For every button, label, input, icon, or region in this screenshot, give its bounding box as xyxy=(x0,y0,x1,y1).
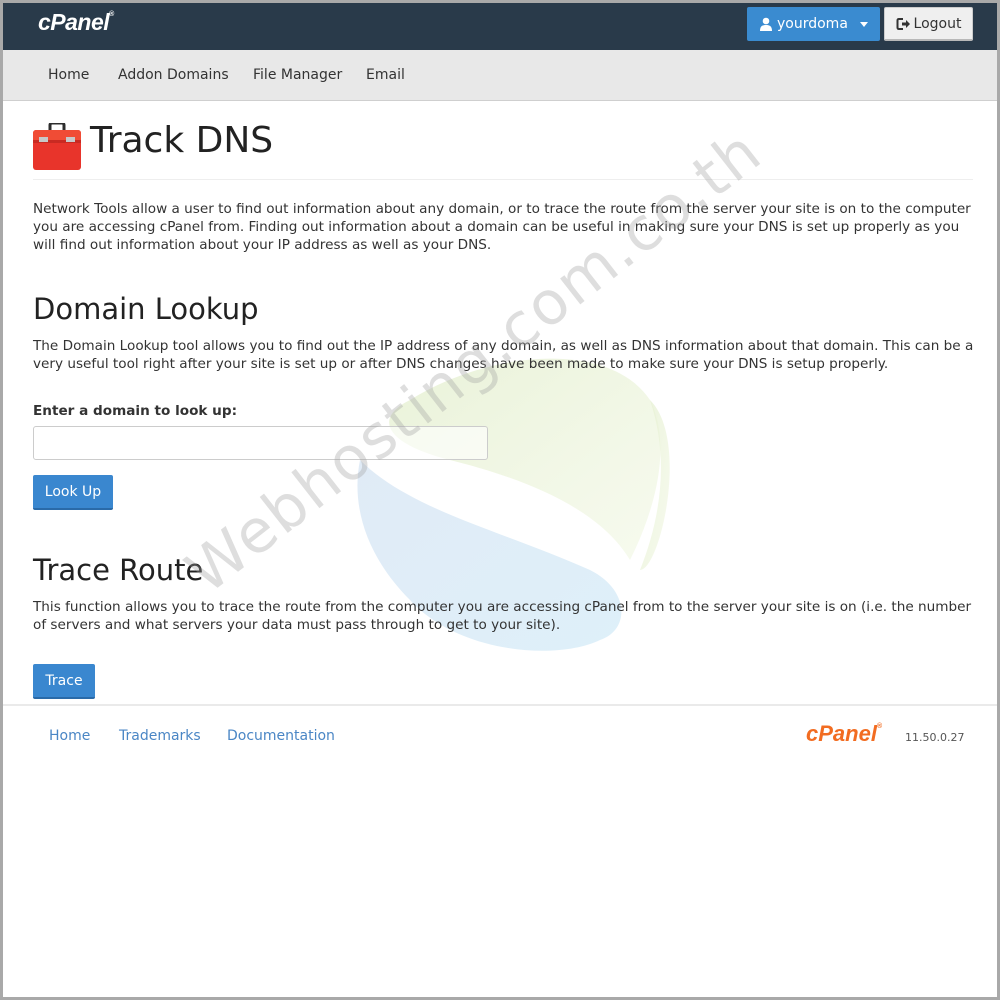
look-up-button[interactable]: Look Up xyxy=(33,475,113,510)
trace-route-description: This function allows you to trace the ro… xyxy=(33,599,972,633)
footer-divider xyxy=(0,704,1000,706)
domain-lookup-description: The Domain Lookup tool allows you to fin… xyxy=(33,338,974,372)
logout-label: Logout xyxy=(913,15,962,32)
page-title: Track DNS xyxy=(90,120,274,161)
domain-input[interactable] xyxy=(33,426,488,460)
trace-route-heading: Trace Route xyxy=(33,553,204,587)
nav-item-home[interactable]: Home xyxy=(48,67,89,83)
top-bar: cPanel® yourdoma Logout xyxy=(0,0,1000,50)
footer-cpanel-logo[interactable]: cPanel® xyxy=(806,721,882,747)
trace-button[interactable]: Trace xyxy=(33,664,95,699)
user-menu-label: yourdoma xyxy=(777,16,848,32)
user-menu-button[interactable]: yourdoma xyxy=(747,7,880,41)
chevron-down-icon xyxy=(860,21,868,27)
footer-link-home[interactable]: Home xyxy=(49,728,90,744)
domain-field-label: Enter a domain to look up: xyxy=(33,403,238,419)
logout-button[interactable]: Logout xyxy=(884,7,973,41)
title-divider xyxy=(33,179,973,180)
domain-lookup-heading: Domain Lookup xyxy=(33,292,259,326)
nav-item-email[interactable]: Email xyxy=(366,67,405,83)
toolbox-icon xyxy=(33,123,81,170)
version-label: 11.50.0.27 xyxy=(905,731,965,744)
user-icon xyxy=(760,17,772,31)
nav-item-file-manager[interactable]: File Manager xyxy=(253,67,342,83)
cpanel-logo[interactable]: cPanel® xyxy=(38,9,114,36)
watermark-logo xyxy=(357,358,670,651)
footer-link-trademarks[interactable]: Trademarks xyxy=(119,728,201,744)
nav-bar: Home Addon Domains File Manager Email xyxy=(0,50,1000,101)
logout-icon xyxy=(896,17,910,30)
footer-link-documentation[interactable]: Documentation xyxy=(227,728,335,744)
nav-item-addon-domains[interactable]: Addon Domains xyxy=(118,67,229,83)
intro-text: Network Tools allow a user to find out i… xyxy=(33,201,971,253)
